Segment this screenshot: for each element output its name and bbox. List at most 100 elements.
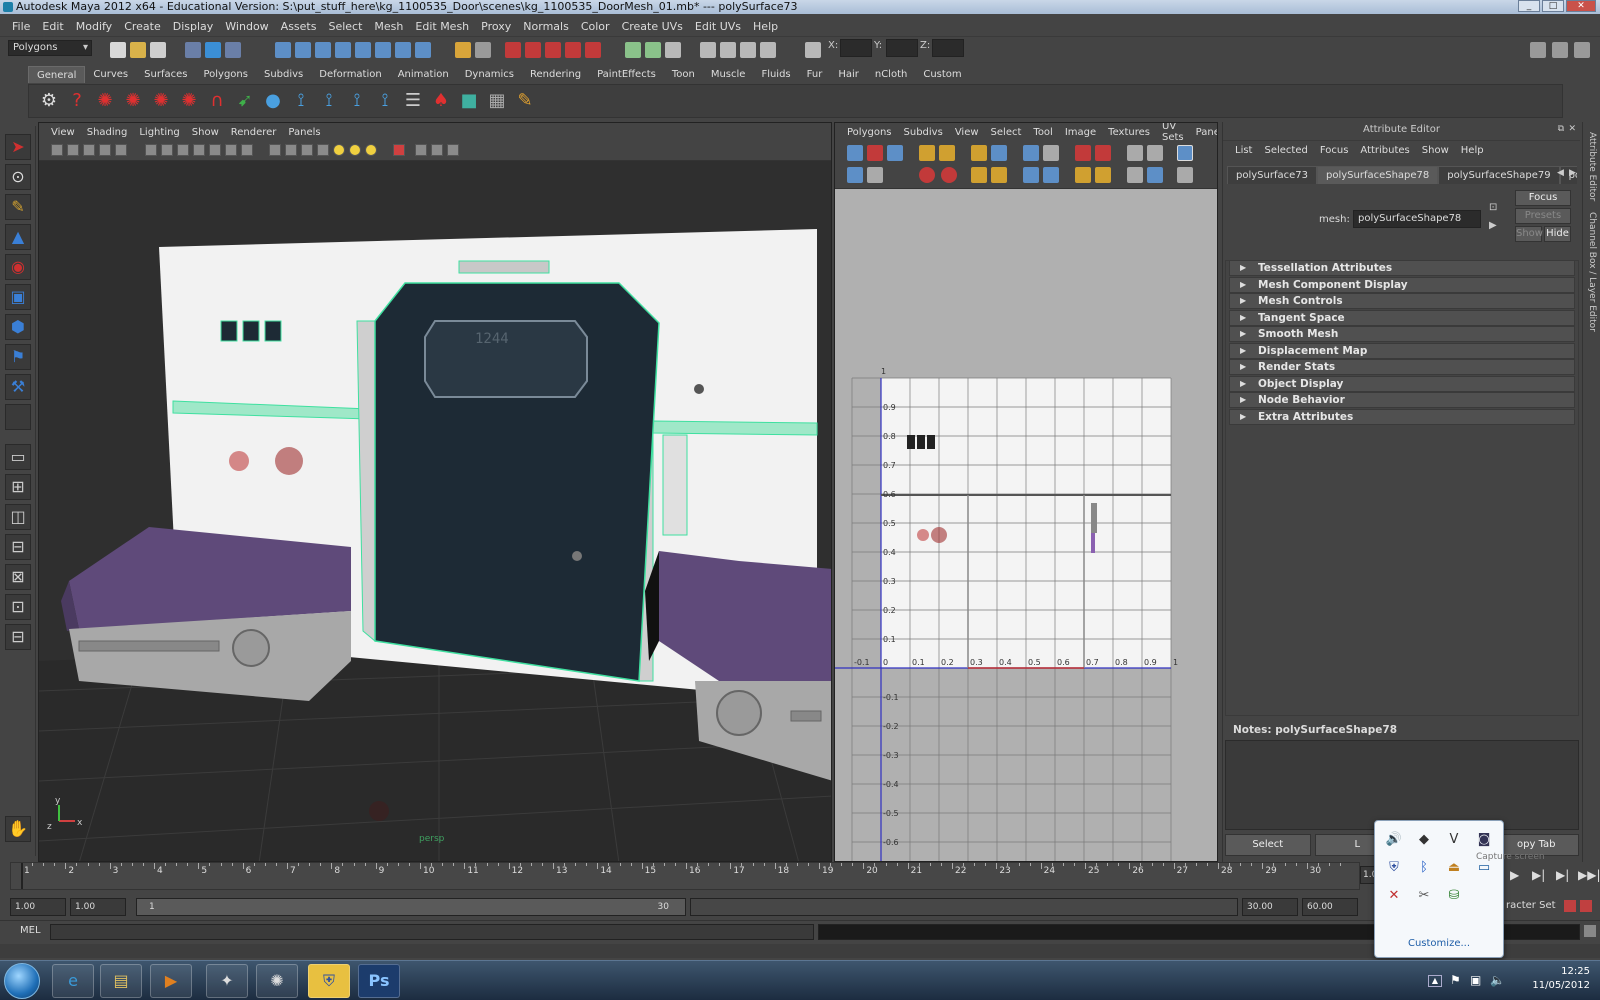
tab-polysurfaceshape79[interactable]: polySurfaceShape79 xyxy=(1438,166,1560,184)
menu-edit[interactable]: Edit xyxy=(36,20,69,33)
uv-menu-tool[interactable]: Tool xyxy=(1027,127,1058,138)
y-field[interactable] xyxy=(886,39,918,57)
current-frame-marker[interactable] xyxy=(21,863,23,889)
snap-plane-icon[interactable] xyxy=(335,42,351,58)
safe-action-icon[interactable] xyxy=(225,144,237,156)
uv-grid-view[interactable]: 0.9 0.8 0.7 0.6 0.5 0.4 0.3 0.2 0.1 -0.1 0 0.1 0.2 0.… xyxy=(835,189,1218,862)
menu-mesh[interactable]: Mesh xyxy=(368,20,409,33)
outliner-layout-icon[interactable]: ⊟ xyxy=(5,624,31,650)
snap-point-icon[interactable] xyxy=(315,42,331,58)
menu-normals[interactable]: Normals xyxy=(517,20,575,33)
toggle-channel-box-icon[interactable] xyxy=(1574,42,1590,58)
layout-icon[interactable] xyxy=(625,42,641,58)
shelf-tab-deformation[interactable]: Deformation xyxy=(311,66,389,83)
menu-file[interactable]: File xyxy=(6,20,36,33)
wireframe-icon[interactable] xyxy=(269,144,281,156)
shelf-tab-painteffects[interactable]: PaintEffects xyxy=(589,66,664,83)
graph2-icon[interactable] xyxy=(720,42,736,58)
section-mesh-controls[interactable]: Mesh Controls xyxy=(1229,293,1575,309)
system-clock[interactable]: 12:25 11/05/2012 xyxy=(1532,965,1590,993)
menu-assets[interactable]: Assets xyxy=(275,20,323,33)
uv-snap2-icon[interactable] xyxy=(1147,145,1163,161)
menu-display[interactable]: Display xyxy=(167,20,220,33)
uv-menu-uv-sets[interactable]: UV Sets xyxy=(1156,123,1190,143)
uv-unfold-icon[interactable] xyxy=(1023,167,1039,183)
xray-joints-icon[interactable] xyxy=(431,144,443,156)
uv-sew-icon[interactable] xyxy=(1023,145,1039,161)
hypershade-layout-icon[interactable]: ⊡ xyxy=(5,594,31,620)
shelf-tab-polygons[interactable]: Polygons xyxy=(195,66,256,83)
select-button[interactable]: Select xyxy=(1225,834,1311,856)
close-button[interactable]: ✕ xyxy=(1566,0,1596,12)
tab-scroll-left-icon[interactable]: ◀ xyxy=(1557,168,1564,178)
section-tangent-space[interactable]: Tangent Space xyxy=(1229,309,1575,326)
four-view-layout-icon[interactable]: ⊞ xyxy=(5,474,31,500)
time-slider[interactable]: 1 2 3 4 5 6 7 8 9 10 11 12 13 14 15 16 17 18 19 20 21 22 23 24 2… xyxy=(10,862,1360,890)
lock-icon[interactable] xyxy=(455,42,471,58)
persp-graph-layout-icon[interactable]: ⊟ xyxy=(5,534,31,560)
go-to-end-icon[interactable]: ▶▶| xyxy=(1578,868,1600,882)
camera-select-icon[interactable] xyxy=(51,144,63,156)
action-center-icon[interactable]: ⚑ xyxy=(1450,973,1461,987)
arrow-icon[interactable]: ➹ xyxy=(233,89,257,113)
camera-icon[interactable]: ◙ xyxy=(1475,831,1493,849)
uv-grid-icon[interactable] xyxy=(847,145,863,161)
brush-icon[interactable]: ✎ xyxy=(513,89,537,113)
uv-checker-icon[interactable] xyxy=(919,167,935,183)
textured-icon[interactable] xyxy=(317,144,329,156)
menu-help[interactable]: Help xyxy=(747,20,784,33)
vp-menu-lighting[interactable]: Lighting xyxy=(133,127,185,138)
diamond-icon[interactable]: ◆ xyxy=(1415,831,1433,849)
float-panel-icon[interactable]: ⧉ xyxy=(1558,124,1564,134)
outliner-icon[interactable] xyxy=(665,42,681,58)
magnet-icon[interactable]: ∩ xyxy=(205,89,229,113)
graph-icon[interactable] xyxy=(700,42,716,58)
render-reel3-icon[interactable]: ✺ xyxy=(149,89,173,113)
menu-set-dropdown[interactable]: Polygons xyxy=(8,40,92,56)
customize-link[interactable]: Customize... xyxy=(1375,938,1503,949)
uv-pin2-icon[interactable] xyxy=(1095,167,1111,183)
uv-flip-v-icon[interactable] xyxy=(939,145,955,161)
lasso-tool-icon[interactable]: ⊙ xyxy=(5,164,31,190)
section-mesh-component-display[interactable]: Mesh Component Display xyxy=(1229,276,1575,293)
section-tessellation-attributes[interactable]: Tessellation Attributes xyxy=(1229,260,1575,276)
dock-tab-attribute-editor[interactable]: Attribute Editor xyxy=(1587,132,1597,201)
vmware-icon[interactable]: V xyxy=(1445,831,1463,849)
xray-icon[interactable] xyxy=(415,144,427,156)
render-settings-icon[interactable] xyxy=(545,42,561,58)
vp-menu-show[interactable]: Show xyxy=(186,127,225,138)
anim-end-field[interactable]: 60.00 xyxy=(1302,898,1358,916)
photoshop-taskbar-icon[interactable]: Ps xyxy=(358,964,400,998)
film-gate-icon[interactable] xyxy=(161,144,173,156)
ipr-render-icon[interactable] xyxy=(525,42,541,58)
ae-menu-selected[interactable]: Selected xyxy=(1258,145,1313,156)
uv-menu-select[interactable]: Select xyxy=(985,127,1028,138)
uv-lattice-icon[interactable] xyxy=(867,145,883,161)
flash-icon[interactable]: ✕ xyxy=(1385,887,1403,905)
play-forward-icon[interactable]: ▶ xyxy=(1510,868,1519,882)
open-scene-icon[interactable] xyxy=(130,42,146,58)
uv-layout-icon[interactable] xyxy=(1043,145,1059,161)
uv-shaded-icon[interactable] xyxy=(941,167,957,183)
joint4-icon[interactable]: ⟟ xyxy=(373,89,397,113)
script-editor-icon[interactable] xyxy=(1584,925,1596,937)
rotate-tool-icon[interactable]: ◉ xyxy=(5,254,31,280)
transform-field-icon[interactable] xyxy=(805,42,821,58)
uv-isolate-icon[interactable] xyxy=(1127,167,1143,183)
render-reel-icon[interactable]: ✺ xyxy=(93,89,117,113)
bluetooth-icon[interactable]: ᛒ xyxy=(1415,859,1433,877)
security-taskbar-icon[interactable]: ⛨ xyxy=(308,964,350,998)
maximize-button[interactable]: □ xyxy=(1542,0,1564,12)
render-reel2-icon[interactable]: ✺ xyxy=(121,89,145,113)
section-render-stats[interactable]: Render Stats xyxy=(1229,359,1575,375)
maya-taskbar-icon[interactable]: ✦ xyxy=(206,964,248,998)
snap-live-icon[interactable] xyxy=(355,42,371,58)
2d-pan-icon[interactable] xyxy=(115,144,127,156)
start-time-field[interactable]: 1.00 xyxy=(10,898,66,916)
section-displacement-map[interactable]: Displacement Map xyxy=(1229,342,1575,359)
next-key-icon[interactable]: ▶| xyxy=(1556,868,1569,882)
render-reel4-icon[interactable]: ✺ xyxy=(177,89,201,113)
safe-title-icon[interactable] xyxy=(241,144,253,156)
uv-flip-u-icon[interactable] xyxy=(919,145,935,161)
step-forward-icon[interactable]: ▶| xyxy=(1532,868,1545,882)
